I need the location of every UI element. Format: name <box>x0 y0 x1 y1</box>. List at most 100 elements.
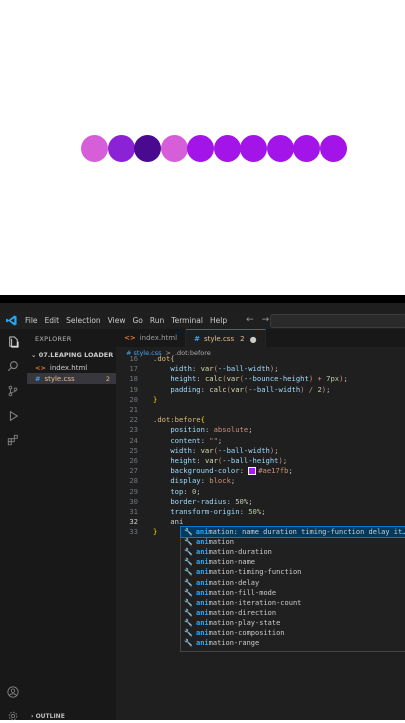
suggestion-match: ani <box>196 639 209 648</box>
unsaved-dot-icon[interactable]: ● <box>250 335 257 344</box>
menu-item-go[interactable]: Go <box>132 316 142 325</box>
code-line: 23 position: absolute; <box>116 425 405 435</box>
editor-tabs: <> index.html # style.css 2 ● <box>116 329 405 348</box>
suggestion-match: ani <box>196 598 209 607</box>
suggestion-match: ani <box>196 538 209 547</box>
line-number: 30 <box>129 496 138 506</box>
suggestion-rest: mation <box>208 538 234 547</box>
line-number: 19 <box>129 384 138 394</box>
back-arrow-icon[interactable]: ← <box>246 315 254 325</box>
suggestion-match: ani <box>196 618 209 627</box>
suggestion-item[interactable]: 🔧 ani mation-duration <box>181 547 405 557</box>
suggestion-item[interactable]: 🔧 ani mation-direction <box>181 608 405 618</box>
loader-dot <box>160 135 188 162</box>
code-line: 21 <box>116 405 405 415</box>
source-control-icon[interactable] <box>6 384 20 398</box>
menu-item-terminal[interactable]: Terminal <box>171 316 203 325</box>
menu-item-run[interactable]: Run <box>150 316 164 325</box>
suggestion-rest: mation-duration <box>208 548 272 557</box>
line-number: 31 <box>129 507 138 516</box>
suggestion-item[interactable]: 🔧 ani mation-composition <box>181 628 405 638</box>
menu-item-edit[interactable]: Edit <box>45 316 60 325</box>
code-text: .dot:before{ <box>153 415 205 425</box>
suggestion-item[interactable]: 🔧 ani mation: name duration timing-functio… <box>180 525 405 539</box>
tab-index-html[interactable]: <> index.html <box>116 329 187 347</box>
property-wrench-icon: 🔧 <box>184 558 193 567</box>
menu-item-selection[interactable]: Selection <box>66 316 101 325</box>
suggestion-match: ani <box>196 578 209 587</box>
tab-style-css[interactable]: # style.css 2 ● <box>186 329 266 348</box>
file-item-style-css[interactable]: # style.css 2 <box>27 373 116 384</box>
loader-dot <box>266 135 294 162</box>
suggestion-match: ani <box>195 528 209 537</box>
css-file-icon: # <box>35 374 41 383</box>
property-wrench-icon: 🔧 <box>184 578 193 587</box>
code-line: 20} <box>116 395 405 405</box>
suggestion-rest: mation-delay <box>208 578 260 587</box>
line-number: 29 <box>129 486 138 496</box>
forward-arrow-icon[interactable]: → <box>262 315 270 325</box>
code-text: width: var(--ball-width); <box>170 445 279 455</box>
extensions-icon[interactable] <box>6 433 20 447</box>
suggestion-rest: mation-fill-mode <box>208 588 277 597</box>
property-wrench-icon: 🔧 <box>184 588 193 597</box>
html-file-icon: <> <box>124 334 136 342</box>
outline-label: OUTLINE <box>35 713 65 720</box>
suggestion-rest: mation-timing-function <box>208 568 302 577</box>
loader-dots <box>81 135 347 162</box>
line-number: 17 <box>129 364 138 374</box>
suggestion-match: ani <box>196 558 209 567</box>
code-text: border-radius: 50%; <box>170 496 253 506</box>
suggestion-item[interactable]: 🔧 ani mation <box>181 537 405 547</box>
folder-item[interactable]: ⌄ 07.LEAPING LOADER <box>31 351 113 359</box>
suggestion-item[interactable]: 🔧 ani mation-play-state <box>181 618 405 628</box>
suggestion-rest: mation-direction <box>208 608 277 617</box>
command-center-search[interactable] <box>270 314 405 328</box>
search-icon[interactable] <box>6 359 20 373</box>
code-line: 16 .dot{ <box>116 354 405 364</box>
suggestion-rest: mation-name <box>208 558 256 567</box>
settings-gear-icon[interactable] <box>6 709 20 723</box>
code-text: transform-origin: 50%; <box>170 507 266 516</box>
suggestion-rest: mation-composition <box>208 628 285 637</box>
code-text: top: 0; <box>170 486 201 496</box>
menu-item-help[interactable]: Help <box>210 316 227 325</box>
outline-section[interactable]: › OUTLINE <box>31 713 65 720</box>
code-text: display: block; <box>170 476 236 486</box>
tab-label: index.html <box>139 334 178 342</box>
code-text: content: ""; <box>170 435 223 445</box>
run-debug-icon[interactable] <box>6 409 20 423</box>
folder-name: 07.LEAPING LOADER <box>38 351 114 359</box>
suggestion-item[interactable]: 🔧 ani mation-name <box>181 557 405 567</box>
menu-item-file[interactable]: File <box>25 316 38 325</box>
suggestion-match: ani <box>196 588 209 597</box>
suggestion-item[interactable]: 🔧 ani mation-fill-mode <box>181 588 405 598</box>
suggestion-item[interactable]: 🔧 ani mation-range <box>181 638 405 648</box>
file-item-index-html[interactable]: <> index.html <box>35 362 115 373</box>
code-line: 28 display: block; <box>116 476 405 486</box>
property-wrench-icon: 🔧 <box>184 568 193 577</box>
property-wrench-icon: 🔧 <box>184 608 193 617</box>
code-text: height: calc(var(--bounce-height) + 7px)… <box>170 374 348 384</box>
explorer-icon[interactable] <box>6 335 20 349</box>
line-number: 20 <box>129 394 138 404</box>
suggestion-match: ani <box>196 608 209 617</box>
account-icon[interactable] <box>6 685 20 699</box>
tab-label: style.css <box>203 335 235 343</box>
menu-item-view[interactable]: View <box>108 316 126 325</box>
property-wrench-icon: 🔧 <box>184 618 193 627</box>
code-text: background-color: #ae17fb; <box>170 466 293 476</box>
line-number: 23 <box>129 425 138 435</box>
code-text: position: absolute; <box>170 425 253 435</box>
loader-dot <box>293 135 320 162</box>
suggestion-item[interactable]: 🔧 ani mation-iteration-count <box>181 598 405 608</box>
code-line: 29 top: 0; <box>116 487 405 497</box>
loader-dot <box>187 135 214 162</box>
code-line: 31 transform-origin: 50%; <box>116 507 405 517</box>
suggestion-item[interactable]: 🔧 ani mation-timing-function <box>181 567 405 577</box>
line-number: 28 <box>129 476 138 486</box>
problem-count-badge: 2 <box>240 335 245 343</box>
suggestion-item[interactable]: 🔧 ani mation-delay <box>181 577 405 587</box>
problem-count-badge: 2 <box>105 374 110 383</box>
file-name: index.html <box>49 363 88 372</box>
